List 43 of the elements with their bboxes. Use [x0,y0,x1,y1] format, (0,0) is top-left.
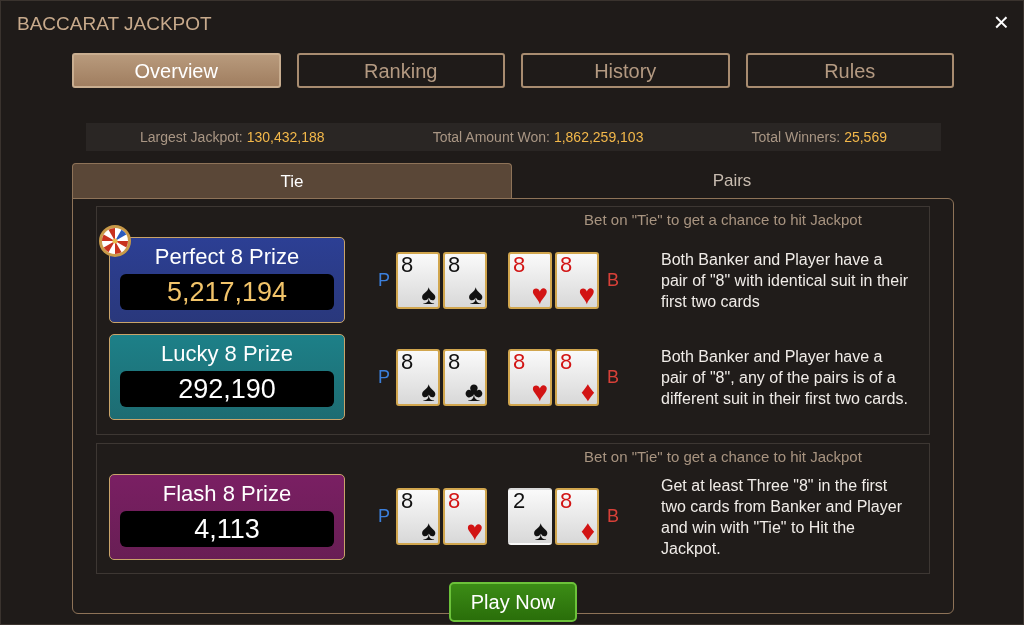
section-heading: Bet on "Tie" to get a chance to hit Jackpot [583,446,863,467]
playing-card: 8 ♠ [396,348,440,406]
playing-card: 8 ♥ [508,251,552,309]
playing-card: 8 ♣ [443,348,487,406]
banker-label: B [607,268,620,292]
playing-card: 8 ♥ [443,488,487,545]
banker-label: B [607,365,620,389]
prize-name: Lucky 8 Prize [159,341,295,367]
playing-card: 8 ♦ [555,348,599,406]
playing-card: 2 ♠ [508,488,552,545]
stat-label: Total Winners: [751,127,841,147]
prize-amount: 5,217,194 [120,274,334,310]
section-heading: Bet on "Tie" to get a chance to hit Jackpot [583,210,863,230]
banker-label: B [607,505,620,528]
playing-card: 8 ♥ [555,251,599,309]
player-label: P [378,505,391,528]
play-now-button[interactable]: Play Now [448,582,578,622]
prize-amount: 292,190 [120,371,334,407]
stat-label: Largest Jackpot: [140,127,243,147]
prize-name: Flash 8 Prize [161,480,293,507]
playing-card: 8 ♥ [508,348,552,406]
prize-description: Both Banker and Player have a pair of "8", any of the pairs is of a different suit in their first two cards. [661,346,909,409]
playing-card: 8 ♠ [443,251,487,309]
tab[interactable]: Rules [745,53,954,88]
stat-value: 25,569 [844,127,887,147]
playing-card: 8 ♠ [396,251,440,309]
window-title: BACCARAT JACKPOT [17,13,212,36]
close-button[interactable]: × [989,7,1013,37]
stat-value: 1,862,259,103 [553,127,644,147]
prize-amount: 4,113 [120,510,334,547]
tab[interactable]: History [521,53,730,88]
tab[interactable]: Tie [72,163,512,199]
stat-label: Total Amount Won: [432,127,550,147]
stat-value: 130,432,188 [246,127,325,147]
playing-card: 8 ♠ [396,488,440,545]
player-label: P [378,365,391,389]
prize-description: Both Banker and Player have a pair of "8" with identical suit in their first two cards [661,249,910,312]
prize-description: Get at least Three "8" in the first two cards from Banker and Player and win with "Tie" to Hit the Jackpot. [661,475,903,559]
player-label: P [378,268,391,292]
playing-card: 8 ♦ [555,488,599,545]
prize-name: Perfect 8 Prize [153,244,301,270]
tab[interactable]: Pairs [512,163,952,199]
tab[interactable]: Ranking [296,53,505,88]
